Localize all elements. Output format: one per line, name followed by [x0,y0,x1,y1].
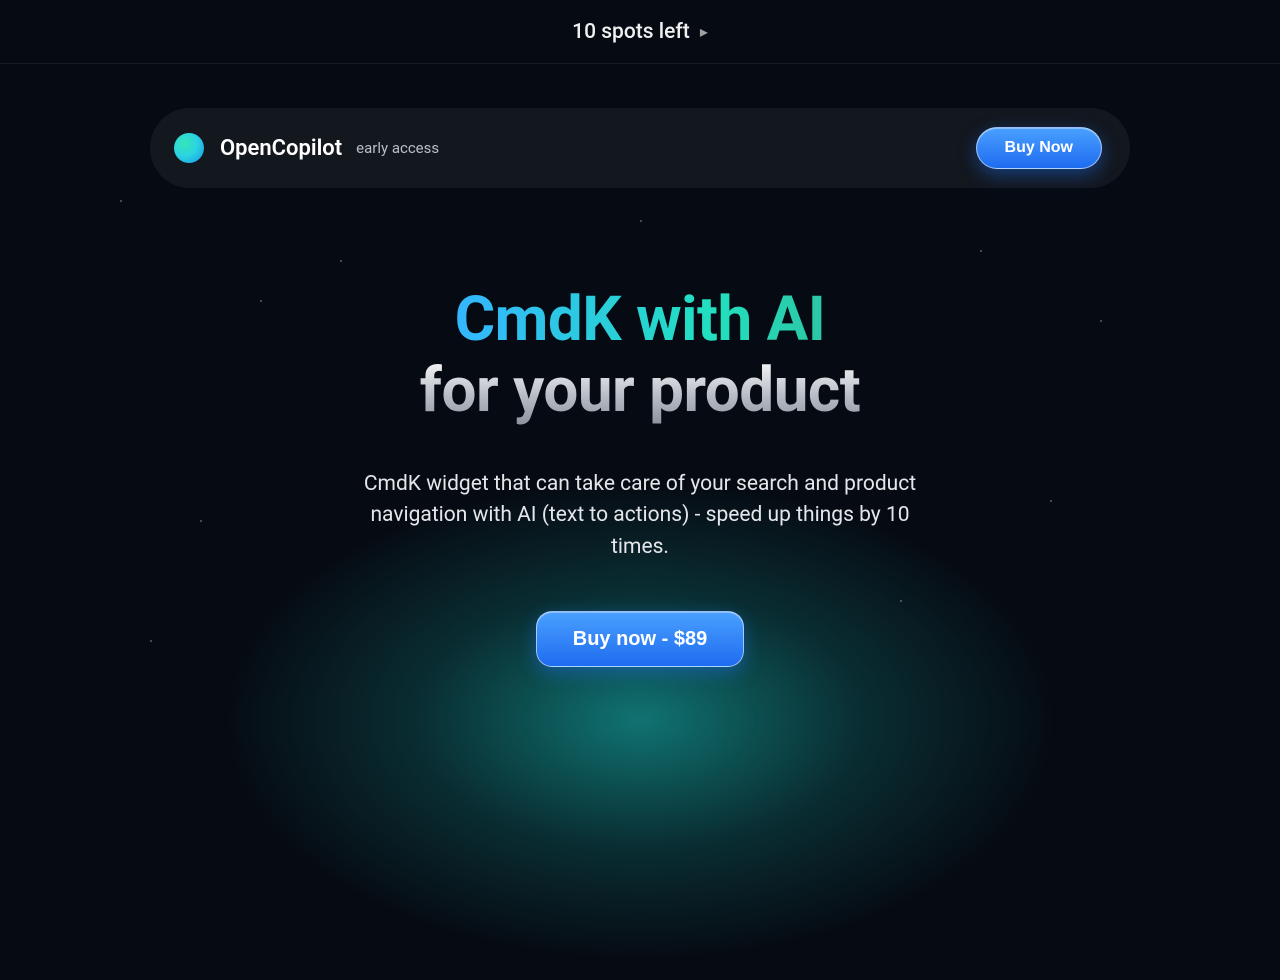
buy-now-cta-button[interactable]: Buy now - $89 [536,611,744,667]
hero-section: CmdK with AI for your product CmdK widge… [0,284,1280,667]
brand-name: OpenCopilot [220,136,342,161]
headline-line-2: for your product [420,355,860,426]
early-access-badge: early access [356,139,439,157]
logo-icon [174,133,204,163]
headline-line-1: CmdK with AI [455,283,826,356]
arrow-right-icon: ▸ [700,22,708,41]
buy-now-button[interactable]: Buy Now [976,127,1102,169]
announcement-bar[interactable]: 10 spots left ▸ [0,0,1280,64]
headline: CmdK with AI for your product [0,284,1280,427]
navbar: OpenCopilot early access Buy Now [150,108,1130,188]
subheadline: CmdK widget that can take care of your s… [360,469,920,564]
cta-container: Buy now - $89 [0,611,1280,667]
announcement-text: 10 spots left [572,20,690,44]
